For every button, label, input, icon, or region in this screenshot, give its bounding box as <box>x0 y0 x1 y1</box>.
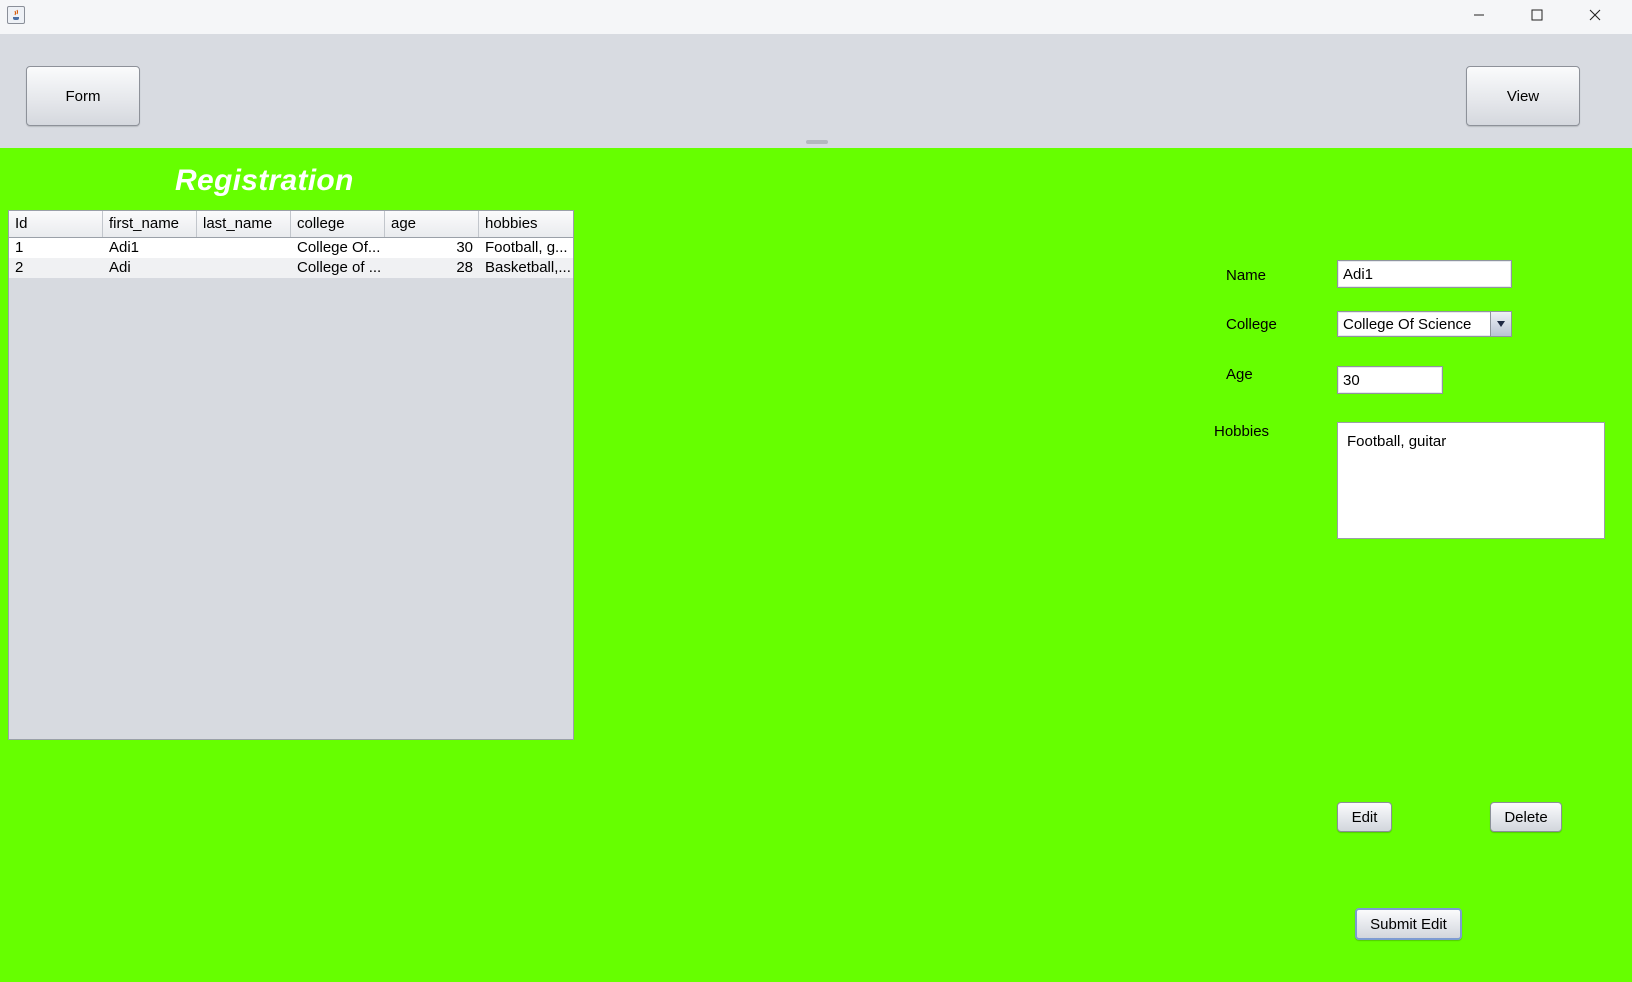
cell-id: 2 <box>15 259 24 276</box>
hobbies-label: Hobbies <box>1214 423 1270 440</box>
table-row[interactable]: 1 Adi1 College Of... 30 Football, g... <box>9 238 573 258</box>
column-header-first-name[interactable]: first_name <box>103 211 197 237</box>
cell-hobbies: Football, g... <box>485 239 568 256</box>
column-header-age[interactable]: age <box>385 211 479 237</box>
column-header-id[interactable]: Id <box>9 211 103 237</box>
toolbar: Form View <box>0 34 1632 138</box>
table-row[interactable]: 2 Adi College of ... 28 Basketball,... <box>9 258 573 278</box>
name-label: Name <box>1226 267 1267 284</box>
maximize-button[interactable] <box>1508 0 1566 30</box>
view-button[interactable]: View <box>1466 66 1580 126</box>
registration-panel: Registration Id first_name last_name col… <box>0 148 1632 982</box>
form-button[interactable]: Form <box>26 66 140 126</box>
cell-age: 28 <box>456 259 473 276</box>
submit-edit-button[interactable]: Submit Edit <box>1355 908 1462 940</box>
age-field[interactable]: 30 <box>1337 366 1443 394</box>
chevron-down-icon <box>1497 321 1505 327</box>
close-button[interactable] <box>1566 0 1624 30</box>
column-header-college[interactable]: college <box>291 211 385 237</box>
cell-age: 30 <box>456 239 473 256</box>
age-field-value: 30 <box>1343 371 1360 389</box>
hobbies-textarea[interactable]: Football, guitar <box>1337 422 1605 539</box>
table-header: Id first_name last_name college age hobb… <box>9 211 573 238</box>
college-select[interactable]: College Of Science <box>1337 311 1512 337</box>
cell-first-name: Adi1 <box>109 239 140 256</box>
delete-button[interactable]: Delete <box>1490 802 1562 832</box>
name-field-value: Adi1 <box>1343 265 1374 283</box>
cell-first-name: Adi <box>109 259 131 276</box>
window-title-bar <box>0 0 1632 35</box>
college-select-value: College Of Science <box>1343 315 1472 333</box>
page-title: Registration <box>175 164 354 197</box>
cell-college: College Of... <box>297 239 381 256</box>
column-header-last-name[interactable]: last_name <box>197 211 291 237</box>
edit-button[interactable]: Edit <box>1337 802 1392 832</box>
hobbies-textarea-value: Football, guitar <box>1347 433 1447 450</box>
maximize-icon <box>1531 9 1543 21</box>
minimize-icon <box>1474 14 1484 16</box>
dropdown-arrow-button[interactable] <box>1490 312 1511 336</box>
minimize-button[interactable] <box>1450 0 1508 30</box>
column-header-hobbies[interactable]: hobbies <box>479 211 573 237</box>
cell-id: 1 <box>15 239 24 256</box>
name-field[interactable]: Adi1 <box>1337 260 1512 288</box>
college-label: College <box>1226 316 1277 333</box>
cell-hobbies: Basketball,... <box>485 259 571 276</box>
cell-college: College of ... <box>297 259 382 276</box>
close-icon <box>1589 9 1601 21</box>
cell-last-name <box>197 258 291 278</box>
cell-last-name <box>197 238 291 258</box>
divider-grip-icon[interactable] <box>806 140 828 144</box>
registrations-table[interactable]: Id first_name last_name college age hobb… <box>8 210 574 740</box>
age-label: Age <box>1226 366 1253 383</box>
java-app-icon <box>7 6 25 24</box>
